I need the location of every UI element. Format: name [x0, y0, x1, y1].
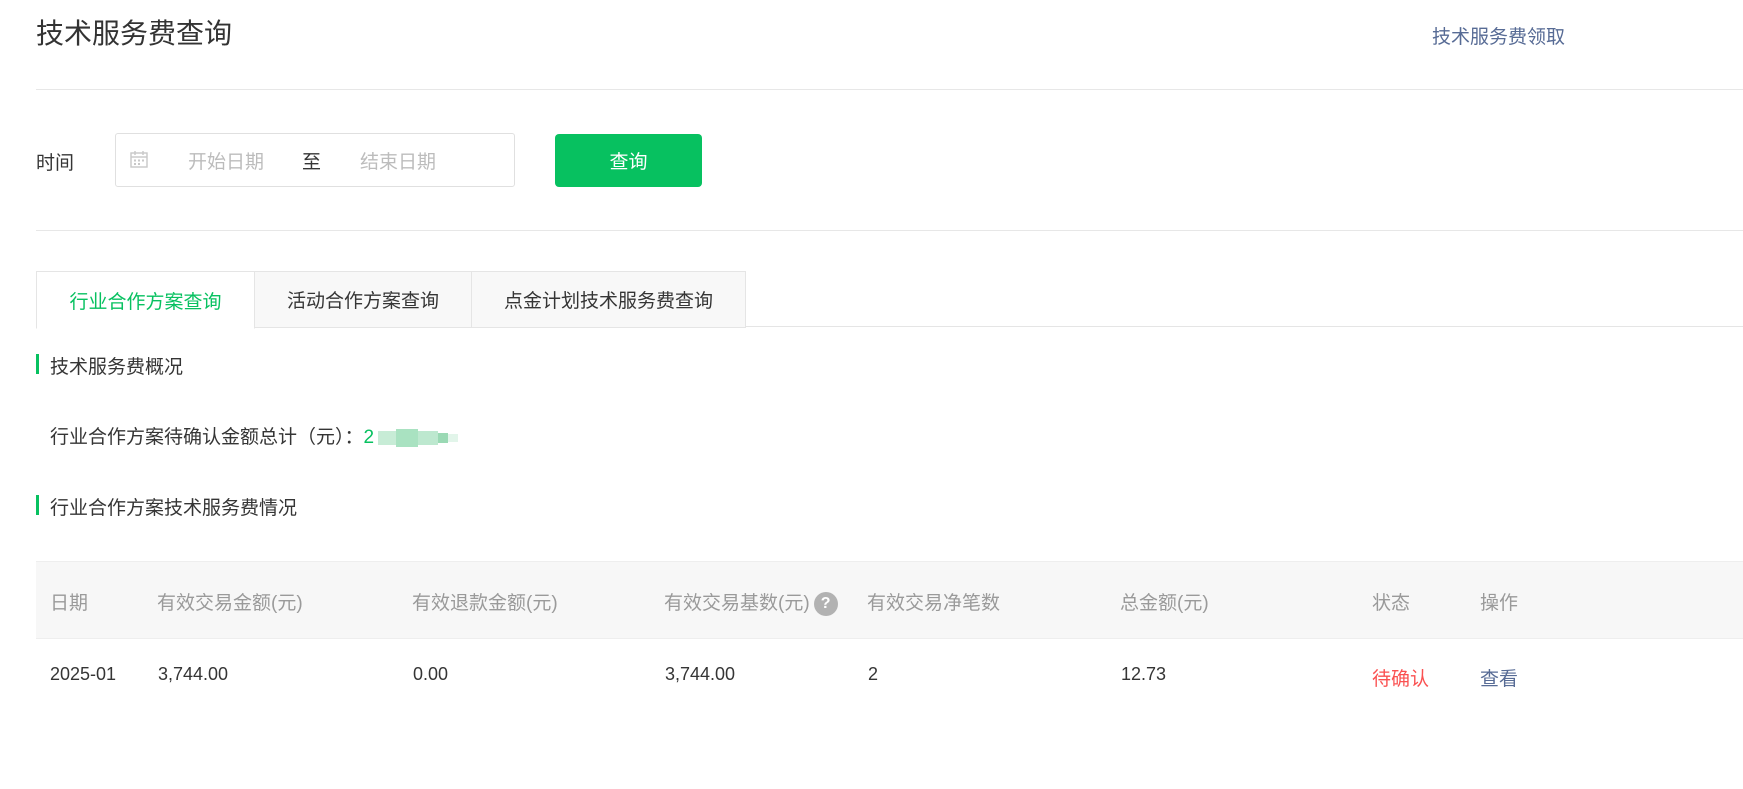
- end-date-input[interactable]: 结束日期: [360, 147, 436, 174]
- start-date-input[interactable]: 开始日期: [188, 147, 264, 174]
- tab-bar: 行业合作方案查询 活动合作方案查询 点金计划技术服务费查询: [36, 271, 746, 329]
- cell-trade-amount: 3,744.00: [158, 664, 229, 684]
- calendar-icon: [130, 151, 148, 168]
- col-trade-base-label: 有效交易基数(元): [664, 593, 810, 614]
- detail-section-title: 行业合作方案技术服务费情况: [36, 493, 297, 520]
- pending-amount-value: 2: [363, 427, 375, 448]
- table-header: 日期 有效交易金额(元) 有效退款金额(元) 有效交易基数(元)? 有效交易净笔…: [36, 561, 1743, 638]
- date-separator: 至: [302, 152, 322, 173]
- col-trade-amount: 有效交易金额(元): [157, 593, 303, 614]
- pending-amount-label: 行业合作方案待确认金额总计（元）：: [50, 427, 364, 448]
- col-status: 状态: [1372, 593, 1411, 614]
- status-badge: 待确认: [1372, 669, 1430, 690]
- overview-section-title: 技术服务费概况: [36, 352, 183, 379]
- fee-claim-link[interactable]: 技术服务费领取: [1432, 22, 1565, 49]
- col-action: 操作: [1480, 593, 1519, 614]
- time-label: 时间: [36, 153, 75, 174]
- cell-net-count: 2: [868, 664, 879, 684]
- filter-divider: [36, 230, 1743, 231]
- tab-activity-plan[interactable]: 活动合作方案查询: [255, 271, 472, 328]
- tab-dianjin-plan[interactable]: 点金计划技术服务费查询: [472, 271, 746, 328]
- pending-amount-summary: 行业合作方案待确认金额总计（元）：2: [50, 422, 459, 449]
- header-divider: [36, 89, 1743, 90]
- question-circle-icon[interactable]: ?: [813, 591, 838, 616]
- col-trade-base: 有效交易基数(元)?: [664, 588, 838, 616]
- tab-industry-plan[interactable]: 行业合作方案查询: [36, 271, 255, 329]
- cell-date: 2025-01: [50, 664, 117, 684]
- query-button[interactable]: 查询: [555, 134, 702, 187]
- fee-table: 日期 有效交易金额(元) 有效退款金额(元) 有效交易基数(元)? 有效交易净笔…: [36, 561, 1743, 715]
- cell-refund-amount: 0.00: [413, 664, 449, 684]
- col-date: 日期: [50, 593, 89, 614]
- table-row: 2025-01 3,744.00 0.00 3,744.00 2 12.73 待…: [36, 638, 1743, 715]
- page-title: 技术服务费查询: [36, 18, 233, 49]
- masked-amount: [378, 428, 459, 447]
- cell-trade-base: 3,744.00: [665, 664, 736, 684]
- col-refund-amount: 有效退款金额(元): [412, 593, 558, 614]
- date-range-picker[interactable]: 开始日期 至 结束日期: [115, 133, 515, 187]
- cell-total: 12.73: [1121, 664, 1167, 684]
- view-link[interactable]: 查看: [1480, 664, 1518, 691]
- col-net-count: 有效交易净笔数: [867, 593, 1001, 614]
- col-total: 总金额(元): [1120, 593, 1209, 614]
